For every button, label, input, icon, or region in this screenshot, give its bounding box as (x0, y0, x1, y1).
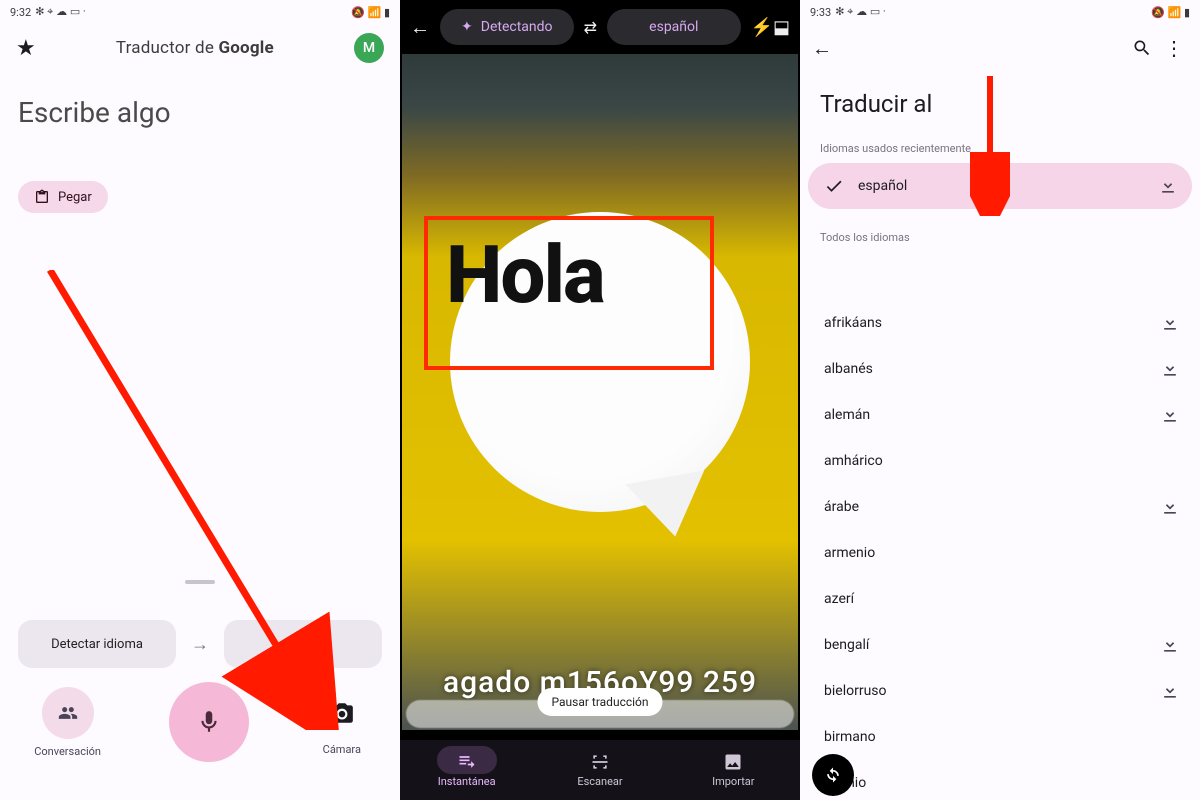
target-language-button[interactable]: español (224, 620, 382, 668)
mic-icon (196, 709, 222, 735)
language-row[interactable]: azerí (800, 576, 1200, 622)
download-icon[interactable] (1160, 313, 1180, 333)
status-bar: 9:32 ✻ ⌖ ☁ ▭ · 🔕 📶 ▮ (0, 0, 400, 24)
flash-off-icon[interactable]: ⚡⬓ (751, 17, 790, 38)
camera-viewfinder[interactable] (402, 54, 798, 730)
status-right-icons: 🔕 📶 ▮ (351, 6, 390, 19)
translated-word: Hola (446, 228, 604, 322)
tab-scan[interactable]: Escanear (533, 740, 666, 800)
all-section-label: Todos los idiomas (800, 209, 1200, 252)
download-icon[interactable] (1158, 176, 1178, 196)
language-row[interactable]: alemán (800, 392, 1200, 438)
swap-languages-button[interactable]: → (184, 634, 216, 655)
language-row[interactable]: albanés (800, 346, 1200, 392)
language-name: alemán (824, 407, 1160, 423)
language-picker-screen: 9:33 ✻ ⌖ ☁ ▭ · 🔕 📶 ▮ ← ⋮ Traducir al Idi… (800, 0, 1200, 800)
language-name: español (858, 178, 1158, 194)
status-time: 9:33 (810, 6, 831, 19)
language-name: birmano (824, 729, 1180, 745)
language-row[interactable]: birmano (800, 714, 1200, 760)
language-name: amhárico (824, 453, 1180, 469)
status-left-icons: ✻ ⌖ ☁ ▭ · (35, 5, 86, 19)
download-icon[interactable] (1160, 635, 1180, 655)
source-language-button[interactable]: Detectar idioma (18, 620, 176, 668)
status-time: 9:32 (10, 6, 31, 19)
pause-translation-button[interactable]: Pausar traducción (537, 688, 662, 716)
language-name: bengalí (824, 637, 1160, 653)
language-name: bosnio (824, 775, 1180, 791)
language-name: bielorruso (824, 683, 1160, 699)
language-row[interactable]: árabe (800, 484, 1200, 530)
language-list[interactable]: afrikáans albanés alemán amhárico árabe armen… (800, 300, 1200, 800)
swap-icon[interactable]: ⇄ (584, 18, 597, 37)
download-icon[interactable] (1160, 405, 1180, 425)
language-row[interactable]: bengalí (800, 622, 1200, 668)
tab-import-label: Importar (712, 775, 754, 788)
check-icon (824, 176, 844, 196)
input-placeholder[interactable]: Escribe algo (18, 96, 382, 129)
camera-button[interactable] (318, 689, 366, 737)
download-icon[interactable] (1160, 359, 1180, 379)
language-row[interactable]: afrikáans (800, 300, 1200, 346)
language-name: albanés (824, 361, 1160, 377)
language-row[interactable]: armenio (800, 530, 1200, 576)
search-icon[interactable] (1132, 38, 1152, 58)
scan-icon (590, 752, 610, 772)
language-row[interactable]: bosnio (800, 760, 1200, 800)
language-name: azerí (824, 591, 1180, 607)
app-title: Traductor de Google (48, 38, 342, 58)
clipboard-icon (34, 189, 50, 205)
language-name: armenio (824, 545, 1180, 561)
swap-icon (823, 765, 843, 785)
tab-instant-label: Instantánea (438, 775, 496, 788)
star-icon[interactable]: ★ (16, 36, 36, 61)
status-right-icons: 🔕 📶 ▮ (1151, 6, 1190, 19)
more-icon[interactable]: ⋮ (1160, 36, 1188, 60)
translate-home-screen: 9:32 ✻ ⌖ ☁ ▭ · 🔕 📶 ▮ ★ Traductor de Goog… (0, 0, 400, 800)
detect-label: Detectando (481, 19, 553, 35)
sheet-handle[interactable] (185, 580, 215, 584)
back-icon[interactable]: ← (812, 36, 832, 61)
conversation-button[interactable] (42, 687, 94, 739)
camera-icon (329, 700, 355, 726)
paste-button[interactable]: Pegar (18, 181, 108, 213)
swap-fab[interactable] (812, 754, 854, 796)
language-row-selected[interactable]: español (808, 163, 1192, 209)
back-icon[interactable]: ← (410, 15, 430, 40)
status-bar: 9:33 ✻ ⌖ ☁ ▭ · 🔕 📶 ▮ (800, 0, 1200, 24)
image-import-icon (723, 752, 743, 772)
language-name: afrikáans (824, 315, 1160, 331)
people-icon (58, 703, 78, 723)
recent-section-label: Idiomas usados recientemente (800, 124, 1200, 163)
download-icon[interactable] (1160, 497, 1180, 517)
paste-label: Pegar (58, 190, 92, 205)
conversation-label: Conversación (34, 745, 101, 758)
detect-language-chip[interactable]: ✦ Detectando (440, 9, 574, 45)
microphone-button[interactable] (169, 682, 249, 762)
download-icon[interactable] (1160, 681, 1180, 701)
language-row[interactable]: bielorruso (800, 668, 1200, 714)
camera-translate-screen: ← ✦ Detectando ⇄ español ⚡⬓ Hola agado m… (400, 0, 800, 800)
account-avatar[interactable]: M (354, 33, 384, 63)
status-left-icons: ✻ ⌖ ☁ ▭ · (835, 5, 886, 19)
instant-translate-icon (457, 752, 477, 772)
language-row[interactable]: amhárico (800, 438, 1200, 484)
language-name: árabe (824, 499, 1160, 515)
page-title: Traducir al (800, 72, 1200, 124)
tab-import[interactable]: Importar (667, 740, 800, 800)
sparkle-icon: ✦ (461, 19, 473, 35)
tab-scan-label: Escanear (577, 775, 622, 788)
camera-label: Cámara (323, 743, 361, 756)
tab-instant[interactable]: Instantánea (400, 740, 533, 800)
target-language-chip[interactable]: español (607, 9, 741, 45)
